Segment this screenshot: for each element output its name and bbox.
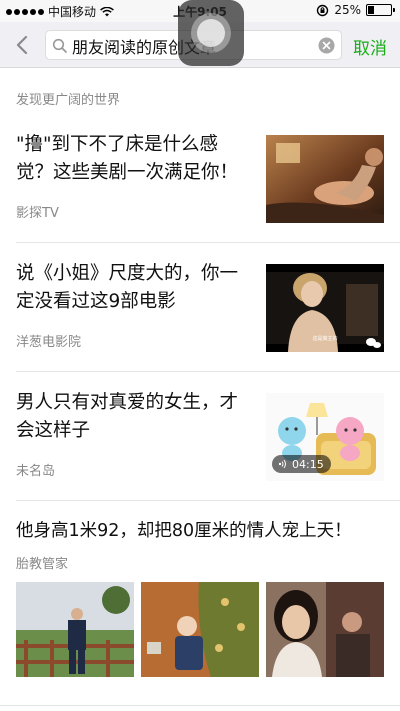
article-title: "撸"到下不了床是什么感 觉？这些美剧一次满足你！ [16, 131, 238, 187]
article-source: 影探TV [16, 206, 59, 221]
article-title-line: 定没看过这9部电影 [16, 291, 176, 312]
clear-icon[interactable] [318, 37, 335, 54]
article-title-line: 会这样子 [16, 420, 91, 441]
article-image [16, 582, 134, 677]
audio-icon [278, 459, 286, 469]
divider [0, 705, 400, 706]
article-title-line: "撸"到下不了床是什么感 [16, 134, 219, 155]
battery-percent: 25% [334, 3, 361, 17]
article-title-line: 男人只有对真爱的女生，才 [16, 392, 239, 413]
thumbnail-subtitle: 这是做主的 [312, 335, 337, 342]
cancel-button[interactable]: 取消 [353, 34, 387, 59]
search-icon [52, 38, 67, 53]
battery-fill [368, 6, 374, 14]
article-item[interactable]: 说《小姐》尺度大的，你一 定没看过这9部电影 洋葱电影院 这是做主的 [0, 247, 400, 372]
article-image [266, 582, 384, 677]
assistive-touch-button[interactable] [178, 0, 244, 66]
article-item[interactable]: 男人只有对真爱的女生，才 会这样子 未名岛 [0, 376, 400, 501]
article-source: 胎教管家 [16, 557, 69, 572]
article-source: 未名岛 [16, 464, 56, 479]
article-item[interactable]: "撸"到下不了床是什么感 觉？这些美剧一次满足你！ 影探TV [0, 118, 400, 243]
status-right: 25% [316, 3, 395, 17]
article-title: 他身高1米92，却把80厘米的情人宠上天！ [16, 521, 352, 541]
article-image [141, 582, 259, 677]
lock-rotation-icon [317, 4, 329, 16]
article-thumbnail [266, 135, 384, 223]
audio-duration: 04:15 [292, 457, 324, 471]
divider [16, 371, 400, 372]
audio-duration-badge: 04:15 [272, 455, 331, 473]
article-title: 男人只有对真爱的女生，才 会这样子 [16, 389, 238, 445]
article-thumbnail: 这是做主的 [266, 264, 384, 352]
back-icon[interactable] [12, 34, 34, 56]
divider [16, 500, 400, 501]
divider [16, 242, 400, 243]
article-title-line: 说《小姐》尺度大的，你一 [16, 263, 239, 284]
section-title: 发现更广阔的世界 [16, 93, 121, 108]
article-title: 说《小姐》尺度大的，你一 定没看过这9部电影 [16, 260, 238, 316]
article-source: 洋葱电影院 [16, 335, 82, 350]
article-item[interactable]: 他身高1米92，却把80厘米的情人宠上天！ 胎教管家 [0, 505, 400, 705]
battery-icon [366, 4, 395, 16]
article-title-line: 觉？这些美剧一次满足你！ [16, 162, 239, 183]
